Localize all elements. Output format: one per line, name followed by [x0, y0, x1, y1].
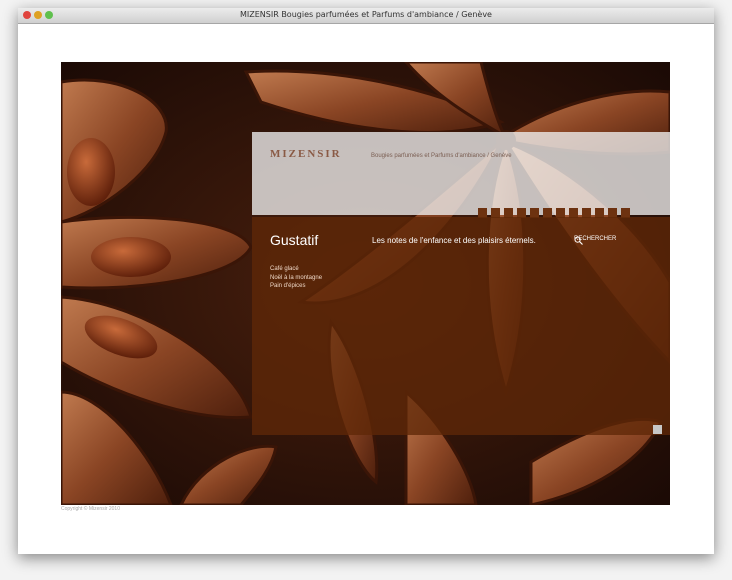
hero-photo-star-anise: MIZENSIR Bougies parfumées et Parfums d'…	[61, 62, 670, 505]
section-title: Gustatif	[270, 232, 319, 248]
title-bar: MIZENSIR Bougies parfumées et Parfums d'…	[18, 8, 714, 24]
corner-toggle-button[interactable]	[653, 425, 662, 434]
site-logo[interactable]: MIZENSIR	[270, 148, 342, 160]
section-headline: Les notes de l'enfance et des plaisirs é…	[372, 236, 536, 245]
header-panel: MIZENSIR Bougies parfumées et Parfums d'…	[252, 132, 670, 215]
browser-window: MIZENSIR Bougies parfumées et Parfums d'…	[18, 8, 714, 554]
product-link[interactable]: Café glacé	[270, 265, 322, 274]
product-list: Café glacé Noël à la montagne Pain d'épi…	[270, 265, 322, 291]
content-panel: Gustatif Les notes de l'enfance et des p…	[252, 217, 670, 435]
copyright-text: Copyright © Mizensir 2010	[61, 506, 120, 512]
product-link[interactable]: Pain d'épices	[270, 282, 322, 291]
product-link[interactable]: Noël à la montagne	[270, 274, 322, 283]
search-icon	[574, 236, 583, 245]
site-tagline: Bougies parfumées et Parfums d'ambiance …	[371, 153, 512, 159]
search-button[interactable]: RECHERCHER	[574, 236, 616, 245]
window-title: MIZENSIR Bougies parfumées et Parfums d'…	[240, 10, 492, 19]
